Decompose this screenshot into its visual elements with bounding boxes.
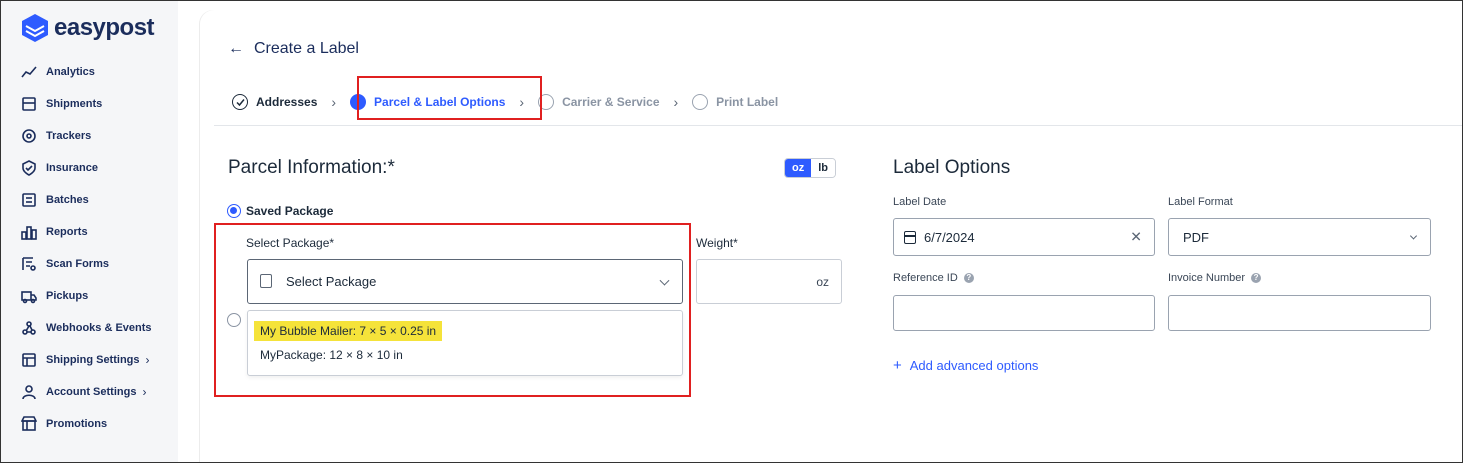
reference-id-label: Reference ID?: [893, 272, 974, 284]
chevron-down-icon: [659, 275, 670, 286]
plus-icon: +: [893, 357, 902, 374]
chevron-right-icon: ›: [673, 94, 679, 110]
annotation-box-active-step: [357, 76, 542, 120]
saved-package-label: Saved Package: [246, 204, 334, 218]
sidebar-item-label: Trackers: [46, 130, 92, 142]
sidebar-item-label: Promotions: [46, 418, 108, 430]
sidebar: easypost Analytics Shipments Trackers In…: [0, 0, 178, 463]
chevron-down-icon: [1409, 232, 1418, 240]
truck-icon: [20, 287, 38, 305]
tracker-icon: [20, 127, 38, 145]
select-package-label: Select Package*: [246, 236, 335, 250]
clear-icon[interactable]: ✕: [1130, 229, 1142, 246]
invoice-number-input[interactable]: [1168, 295, 1431, 331]
sidebar-item-label: Analytics: [46, 66, 95, 78]
sidebar-item-batches[interactable]: Batches: [20, 184, 178, 216]
select-package-dropdown[interactable]: Select Package: [247, 259, 683, 304]
chevron-right-icon: ›: [142, 385, 147, 399]
sidebar-item-analytics[interactable]: Analytics: [20, 56, 178, 88]
logo[interactable]: easypost: [20, 12, 155, 44]
label-format-label: Label Format: [1168, 196, 1233, 208]
package-options-list: My Bubble Mailer: 7 × 5 × 0.25 in MyPack…: [247, 310, 683, 376]
add-advanced-label: Add advanced options: [909, 358, 1039, 373]
step-label: Print Label: [716, 95, 779, 109]
sidebar-item-reports[interactable]: Reports: [20, 216, 178, 248]
weight-input[interactable]: oz: [696, 259, 842, 304]
custom-package-radio[interactable]: [227, 313, 241, 327]
sidebar-item-label: Shipments: [46, 98, 103, 110]
sidebar-item-label: Reports: [46, 226, 88, 238]
label-date-field[interactable]: 6/7/2024 ✕: [893, 218, 1155, 256]
select-package-value: Select Package: [286, 274, 377, 289]
sidebar-item-webhooks[interactable]: Webhooks & Events: [20, 312, 178, 344]
main-panel: ← Create a Label Addresses › Parcel & La…: [200, 10, 1463, 463]
add-advanced-options-link[interactable]: + Add advanced options: [893, 357, 1038, 374]
chevron-right-icon: ›: [145, 353, 150, 367]
page-header: ← Create a Label: [228, 40, 359, 58]
sidebar-item-label: Shipping Settings: [46, 354, 140, 366]
sidebar-item-pickups[interactable]: Pickups: [20, 280, 178, 312]
sidebar-item-label: Scan Forms: [46, 258, 109, 270]
parcel-info-title: Parcel Information:*: [228, 157, 395, 178]
sidebar-item-scan-forms[interactable]: Scan Forms: [20, 248, 178, 280]
step-print-label[interactable]: Print Label: [692, 94, 778, 110]
reports-icon: [20, 223, 38, 241]
label-format-value: PDF: [1183, 229, 1209, 245]
shield-icon: [20, 159, 38, 177]
unit-oz-option[interactable]: oz: [785, 159, 812, 177]
app-name: easypost: [54, 14, 155, 41]
divider: [214, 125, 1463, 126]
sidebar-item-label: Account Settings: [46, 386, 137, 398]
step-label: Carrier & Service: [562, 95, 660, 109]
package-option[interactable]: My Bubble Mailer: 7 × 5 × 0.25 in: [254, 321, 443, 341]
weight-unit: oz: [816, 274, 829, 289]
sidebar-item-label: Insurance: [46, 162, 98, 174]
empty-circle-icon: [692, 94, 709, 110]
sidebar-item-label: Webhooks & Events: [46, 322, 152, 334]
sidebar-item-insurance[interactable]: Insurance: [20, 152, 178, 184]
sidebar-item-label: Pickups: [46, 290, 89, 302]
sidebar-item-account-settings[interactable]: Account Settings ›: [20, 376, 178, 408]
page-title: Create a Label: [254, 40, 359, 57]
scan-form-icon: [20, 255, 38, 273]
label-date-value: 6/7/2024: [924, 230, 975, 245]
package-option[interactable]: MyPackage: 12 × 8 × 10 in: [254, 345, 409, 365]
step-addresses[interactable]: Addresses: [232, 94, 317, 110]
calendar-icon: [904, 231, 916, 244]
label-format-select[interactable]: PDF: [1168, 218, 1431, 256]
chevron-right-icon: ›: [331, 94, 337, 110]
saved-package-radio[interactable]: [227, 204, 241, 218]
account-settings-icon: [20, 383, 38, 401]
invoice-number-label: Invoice Number?: [1168, 272, 1262, 284]
unit-toggle[interactable]: oz lb: [784, 158, 837, 178]
package-icon: [260, 274, 272, 288]
sidebar-nav: Analytics Shipments Trackers Insurance B…: [20, 56, 178, 440]
sidebar-item-trackers[interactable]: Trackers: [20, 120, 178, 152]
unit-lb-option[interactable]: lb: [811, 159, 836, 177]
label-date-label: Label Date: [893, 196, 947, 208]
easypost-logo-icon: [22, 14, 48, 42]
step-label: Addresses: [256, 95, 318, 109]
chart-line-icon: [20, 63, 38, 81]
webhook-icon: [20, 319, 38, 337]
back-arrow-icon[interactable]: ←: [228, 40, 244, 58]
shipping-settings-icon: [20, 351, 38, 369]
sidebar-item-shipments[interactable]: Shipments: [20, 88, 178, 120]
step-carrier-service[interactable]: Carrier & Service: [538, 94, 660, 110]
help-icon[interactable]: ?: [963, 273, 974, 283]
store-icon: [20, 415, 38, 433]
label-options-title: Label Options: [893, 157, 1011, 178]
sidebar-item-label: Batches: [46, 194, 89, 206]
help-icon[interactable]: ?: [1251, 273, 1262, 283]
check-circle-icon: [232, 94, 248, 110]
batches-icon: [20, 191, 38, 209]
box-icon: [20, 95, 38, 113]
reference-id-input[interactable]: [893, 295, 1155, 331]
sidebar-item-promotions[interactable]: Promotions: [20, 408, 178, 440]
sidebar-item-shipping-settings[interactable]: Shipping Settings ›: [20, 344, 178, 376]
weight-label: Weight*: [696, 236, 738, 250]
